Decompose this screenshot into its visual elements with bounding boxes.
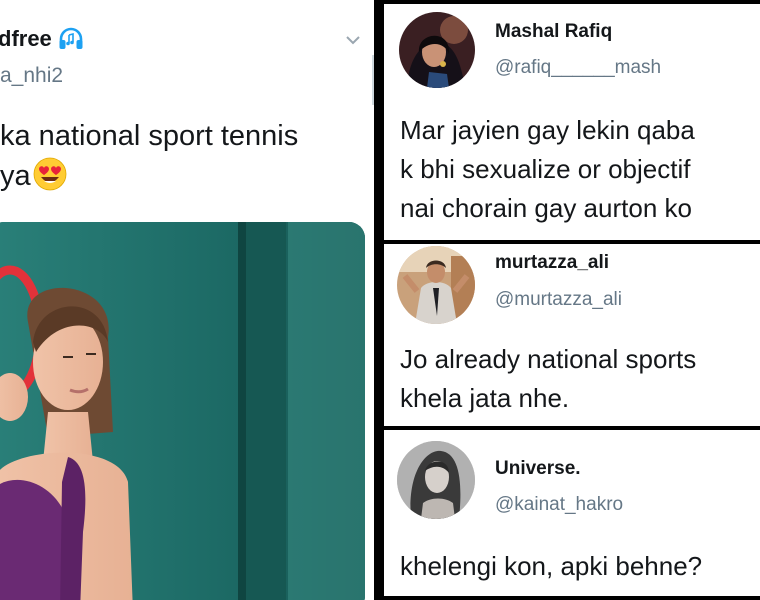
avatar[interactable] (397, 246, 475, 324)
heart-eyes-emoji-icon (33, 157, 67, 191)
tweet-card: Universe. @kainat_hakro khelengi kon, ap… (384, 430, 760, 596)
tweet-handle[interactable]: @rafiq______mash (495, 57, 661, 79)
left-tweet-text: ka national sport tennis ya (0, 116, 370, 196)
avatar[interactable] (397, 441, 475, 519)
tennis-player-illustration (0, 222, 365, 600)
tweet-text: Jo already national sports khela jata nh… (400, 340, 760, 418)
left-tweet-card: dfree a_nhi2 ka national sport tennis ya (0, 0, 374, 600)
tweet-text: khelengi kon, apki behne? (400, 547, 760, 586)
tweet-text-line: k bhi sexualize or objectif (400, 154, 691, 184)
avatar-image (397, 246, 475, 324)
avatar-image (399, 12, 475, 88)
left-tweet-handle[interactable]: a_nhi2 (0, 64, 63, 88)
tweet-text-line: Jo already national sports (400, 344, 697, 374)
tweet-text-line: ka national sport tennis (0, 120, 299, 152)
avatar[interactable] (399, 12, 475, 88)
headphones-icon (59, 27, 83, 49)
tweet-text-line: ya (0, 156, 370, 196)
tweet-handle[interactable]: @murtazza_ali (495, 289, 622, 311)
tweet-display-name[interactable]: Mashal Rafiq (495, 21, 612, 43)
avatar-image (397, 441, 475, 519)
left-tweet-display-name[interactable]: dfree (0, 26, 52, 52)
tennis-player-photo[interactable] (0, 222, 365, 600)
left-tweet-header: dfree (0, 26, 84, 52)
tweet-text-line: nai chorain gay aurton ko (400, 193, 692, 223)
scrollbar[interactable] (372, 55, 374, 105)
tweet-display-name[interactable]: murtazza_ali (495, 252, 609, 274)
tweet-card: Mashal Rafiq @rafiq______mash Mar jayien… (384, 4, 760, 240)
tweet-text-line: khelengi kon, apki behne? (400, 551, 703, 581)
chevron-down-icon[interactable] (345, 32, 361, 48)
tweet-text: Mar jayien gay lekin qaba k bhi sexualiz… (400, 111, 760, 228)
tweet-text-line: khela jata nhe. (400, 383, 570, 413)
tweet-display-name[interactable]: Universe. (495, 458, 581, 480)
tweet-card: murtazza_ali @murtazza_ali Jo already na… (384, 244, 760, 426)
tweet-text-segment: ya (0, 160, 31, 192)
tweet-text-line: Mar jayien gay lekin qaba (400, 115, 695, 145)
tweet-handle[interactable]: @kainat_hakro (495, 494, 623, 516)
